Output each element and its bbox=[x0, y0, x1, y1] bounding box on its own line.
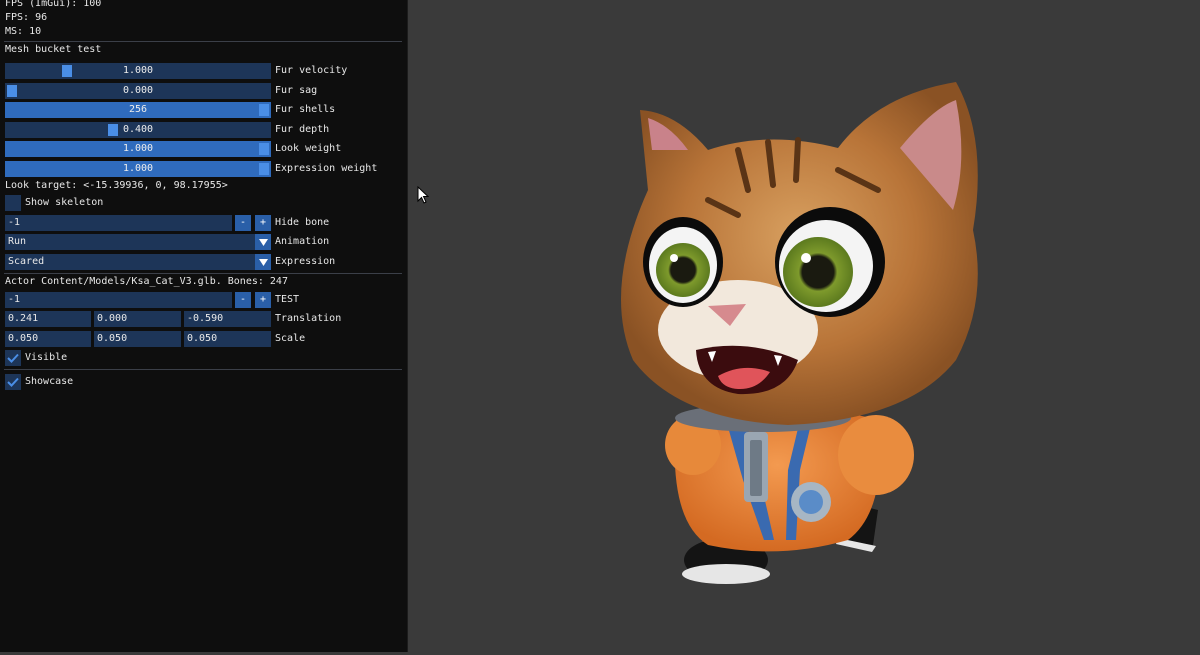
expression-weight-label: Expression weight bbox=[275, 163, 378, 174]
translation-y-input[interactable]: 0.000 bbox=[94, 311, 181, 327]
test-minus-button[interactable]: - bbox=[235, 292, 251, 308]
actor-info-text: Actor Content/Models/Ksa_Cat_V3.glb. Bon… bbox=[5, 276, 288, 287]
animation-value: Run bbox=[8, 236, 27, 247]
visible-checkbox[interactable] bbox=[5, 350, 21, 366]
hide-bone-minus-button[interactable]: - bbox=[235, 215, 251, 231]
fur-shells-label: Fur shells bbox=[275, 104, 336, 115]
chevron-down-icon[interactable] bbox=[255, 234, 271, 250]
chevron-down-icon[interactable] bbox=[255, 254, 271, 270]
expression-weight-slider[interactable]: 1.000 bbox=[5, 161, 271, 177]
look-weight-slider[interactable]: 1.000 bbox=[5, 141, 271, 157]
separator bbox=[4, 273, 402, 274]
mouse-cursor-icon bbox=[417, 186, 429, 204]
slider-value: 1.000 bbox=[122, 143, 154, 154]
checkmark-icon bbox=[7, 353, 19, 363]
scale-x-input[interactable]: 0.050 bbox=[5, 331, 91, 347]
translation-z-input[interactable]: -0.590 bbox=[184, 311, 271, 327]
show-skeleton-checkbox[interactable] bbox=[5, 195, 21, 211]
hide-bone-label: Hide bone bbox=[275, 217, 330, 228]
slider-value: 1.000 bbox=[122, 163, 154, 174]
fps-imgui-text: FPS (ImGui): 100 bbox=[5, 0, 102, 9]
translation-x-input[interactable]: 0.241 bbox=[5, 311, 91, 327]
scale-y-input[interactable]: 0.050 bbox=[94, 331, 181, 347]
slider-value: 0.000 bbox=[122, 85, 154, 96]
ms-text: MS: 10 bbox=[5, 26, 42, 37]
test-input[interactable]: -1 bbox=[5, 292, 232, 308]
show-skeleton-label: Show skeleton bbox=[25, 197, 104, 208]
look-target-text: Look target: <-15.39936, 0, 98.17955> bbox=[5, 180, 228, 191]
test-plus-button[interactable]: + bbox=[255, 292, 271, 308]
scale-z-input[interactable]: 0.050 bbox=[184, 331, 271, 347]
animation-combo[interactable]: Run bbox=[5, 234, 271, 250]
cat-character-render bbox=[621, 82, 978, 584]
separator bbox=[4, 369, 402, 370]
showcase-label: Showcase bbox=[25, 376, 74, 387]
visible-label: Visible bbox=[25, 352, 68, 363]
expression-combo[interactable]: Scared bbox=[5, 254, 271, 270]
slider-value: 1.000 bbox=[122, 65, 154, 76]
expression-label: Expression bbox=[275, 256, 336, 267]
slider-value: 256 bbox=[128, 104, 148, 115]
expression-value: Scared bbox=[8, 256, 45, 267]
hide-bone-plus-button[interactable]: + bbox=[255, 215, 271, 231]
separator bbox=[4, 41, 402, 42]
fur-shells-slider[interactable]: 256 bbox=[5, 102, 271, 118]
animation-label: Animation bbox=[275, 236, 330, 247]
fps-text: FPS: 96 bbox=[5, 12, 48, 23]
fur-velocity-label: Fur velocity bbox=[275, 65, 348, 76]
fur-depth-slider[interactable]: 0.400 bbox=[5, 122, 271, 138]
fur-sag-slider[interactable]: 0.000 bbox=[5, 83, 271, 99]
fur-sag-label: Fur sag bbox=[275, 85, 318, 96]
test-label: TEST bbox=[275, 294, 300, 305]
showcase-checkbox[interactable] bbox=[5, 374, 21, 390]
section-title-mesh-bucket: Mesh bucket test bbox=[5, 44, 102, 55]
slider-value: 0.400 bbox=[122, 124, 154, 135]
fur-depth-label: Fur depth bbox=[275, 124, 330, 135]
fur-velocity-slider[interactable]: 1.000 bbox=[5, 63, 271, 79]
look-weight-label: Look weight bbox=[275, 143, 342, 154]
imgui-panel: FPS (ImGui): 100 FPS: 96 MS: 10 Mesh buc… bbox=[0, 0, 408, 652]
scale-label: Scale bbox=[275, 333, 306, 344]
hide-bone-input[interactable]: -1 bbox=[5, 215, 232, 231]
translation-label: Translation bbox=[275, 313, 342, 324]
checkmark-icon bbox=[7, 377, 19, 387]
3d-viewport[interactable] bbox=[408, 0, 1200, 652]
